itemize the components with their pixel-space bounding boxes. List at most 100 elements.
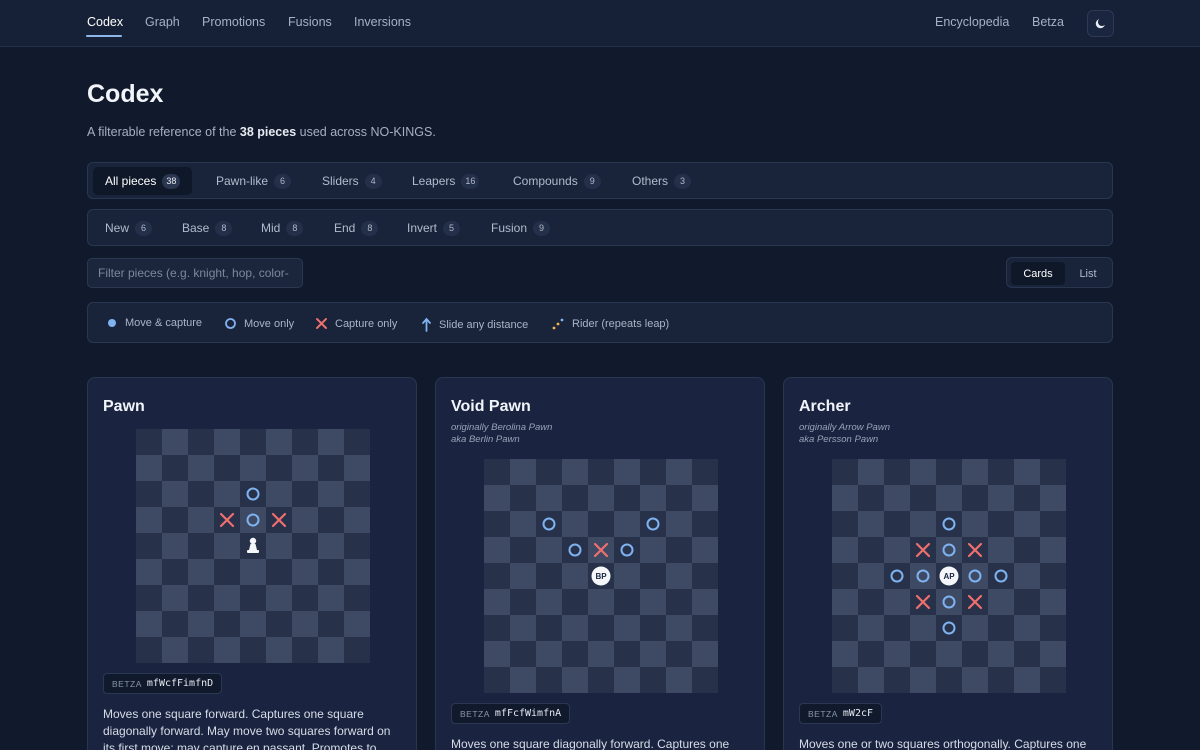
board-square <box>988 667 1014 693</box>
board-square <box>588 615 614 641</box>
move-diagram: AP <box>832 459 1066 693</box>
board-square <box>1040 589 1066 615</box>
list-view-button[interactable]: List <box>1067 262 1109 285</box>
board-square <box>292 559 318 585</box>
move-diagram: BP <box>484 459 718 693</box>
board-square <box>640 589 666 615</box>
board-square <box>188 559 214 585</box>
filter-others[interactable]: Others 3 <box>632 167 692 195</box>
filter-leapers[interactable]: Leapers 16 <box>412 167 480 195</box>
piece-description: Moves one or two squares orthogonally. C… <box>799 737 1087 750</box>
board-square <box>536 485 562 511</box>
board-square <box>240 585 266 611</box>
board-square <box>1014 485 1040 511</box>
board-square <box>692 615 718 641</box>
piece-card-void-pawn[interactable]: Void Pawn originally Berolina Pawn aka B… <box>435 377 765 750</box>
board-square <box>214 429 240 455</box>
arrow-up-icon <box>422 317 431 332</box>
nav-codex[interactable]: Codex <box>87 15 123 29</box>
board-square <box>536 667 562 693</box>
board-square <box>536 615 562 641</box>
board-square <box>266 637 292 663</box>
filter-fusion[interactable]: Fusion 9 <box>491 214 551 242</box>
board-square <box>562 537 588 563</box>
piece-card-archer[interactable]: Archer originally Arrow Pawn aka Persson… <box>783 377 1113 750</box>
board-square <box>344 455 370 481</box>
board-square <box>536 459 562 485</box>
board-square <box>832 641 858 667</box>
board-square <box>240 429 266 455</box>
board-square <box>858 537 884 563</box>
board-square <box>910 641 936 667</box>
filter-pieces-input[interactable] <box>87 258 303 288</box>
piece-original-name: originally Arrow Pawn <box>799 422 890 433</box>
nav-fusions[interactable]: Fusions <box>288 15 332 29</box>
board-square <box>936 459 962 485</box>
board-square <box>510 615 536 641</box>
board-square <box>188 455 214 481</box>
piece-description: Moves one square diagonally forward. Cap… <box>451 737 730 750</box>
board-square <box>136 533 162 559</box>
filter-compounds[interactable]: Compounds 9 <box>513 167 601 195</box>
piece-aka-name: aka Persson Pawn <box>799 434 879 445</box>
theme-toggle-button[interactable] <box>1087 10 1114 37</box>
board-square <box>562 615 588 641</box>
board-square <box>640 537 666 563</box>
board-square <box>832 537 858 563</box>
board-square <box>884 511 910 537</box>
board-square <box>136 559 162 585</box>
board-square <box>1040 485 1066 511</box>
filter-base[interactable]: Base 8 <box>182 214 233 242</box>
filter-sliders[interactable]: Sliders 4 <box>322 167 382 195</box>
board-square <box>562 563 588 589</box>
board-square <box>318 637 344 663</box>
board-square <box>510 667 536 693</box>
board-square <box>510 459 536 485</box>
nav-promotions[interactable]: Promotions <box>202 15 265 29</box>
board-square <box>936 641 962 667</box>
board-square <box>910 615 936 641</box>
board-square <box>832 667 858 693</box>
board-square <box>484 615 510 641</box>
board-square <box>240 507 266 533</box>
board-square <box>832 485 858 511</box>
filter-end[interactable]: End 8 <box>334 214 379 242</box>
filter-mid[interactable]: Mid 8 <box>261 214 304 242</box>
board-square <box>344 429 370 455</box>
board-square <box>484 485 510 511</box>
board-square <box>188 481 214 507</box>
board-square <box>614 485 640 511</box>
board-square <box>536 537 562 563</box>
board-square <box>292 585 318 611</box>
filter-invert[interactable]: Invert 5 <box>407 214 461 242</box>
board-square <box>136 611 162 637</box>
piece-card-pawn[interactable]: Pawn BETZA mfWcfFimfnD Moves one square f… <box>87 377 417 750</box>
board-square <box>318 429 344 455</box>
board-square <box>162 559 188 585</box>
filter-new[interactable]: New 6 <box>105 214 153 242</box>
board-square <box>240 611 266 637</box>
board-square <box>832 511 858 537</box>
nav-inversions[interactable]: Inversions <box>354 15 411 29</box>
board-square <box>344 481 370 507</box>
board-square <box>1014 537 1040 563</box>
legend-capture-only: Capture only <box>315 317 397 330</box>
board-square <box>318 559 344 585</box>
piece-token-label: AP <box>943 572 955 581</box>
board-square <box>832 589 858 615</box>
board-square <box>162 455 188 481</box>
move-diagram <box>136 429 370 663</box>
nav-betza[interactable]: Betza <box>1032 15 1064 29</box>
filter-all-pieces[interactable]: All pieces 38 <box>93 167 193 195</box>
nav-graph[interactable]: Graph <box>145 15 180 29</box>
board-square <box>858 615 884 641</box>
board-square <box>318 455 344 481</box>
board-square <box>344 507 370 533</box>
cards-view-button[interactable]: Cards <box>1011 262 1065 285</box>
nav-encyclopedia[interactable]: Encyclopedia <box>935 15 1009 29</box>
board-square <box>858 641 884 667</box>
board-square <box>588 459 614 485</box>
board-square <box>536 641 562 667</box>
board-square <box>588 667 614 693</box>
filter-pawn-like[interactable]: Pawn-like 6 <box>216 167 292 195</box>
